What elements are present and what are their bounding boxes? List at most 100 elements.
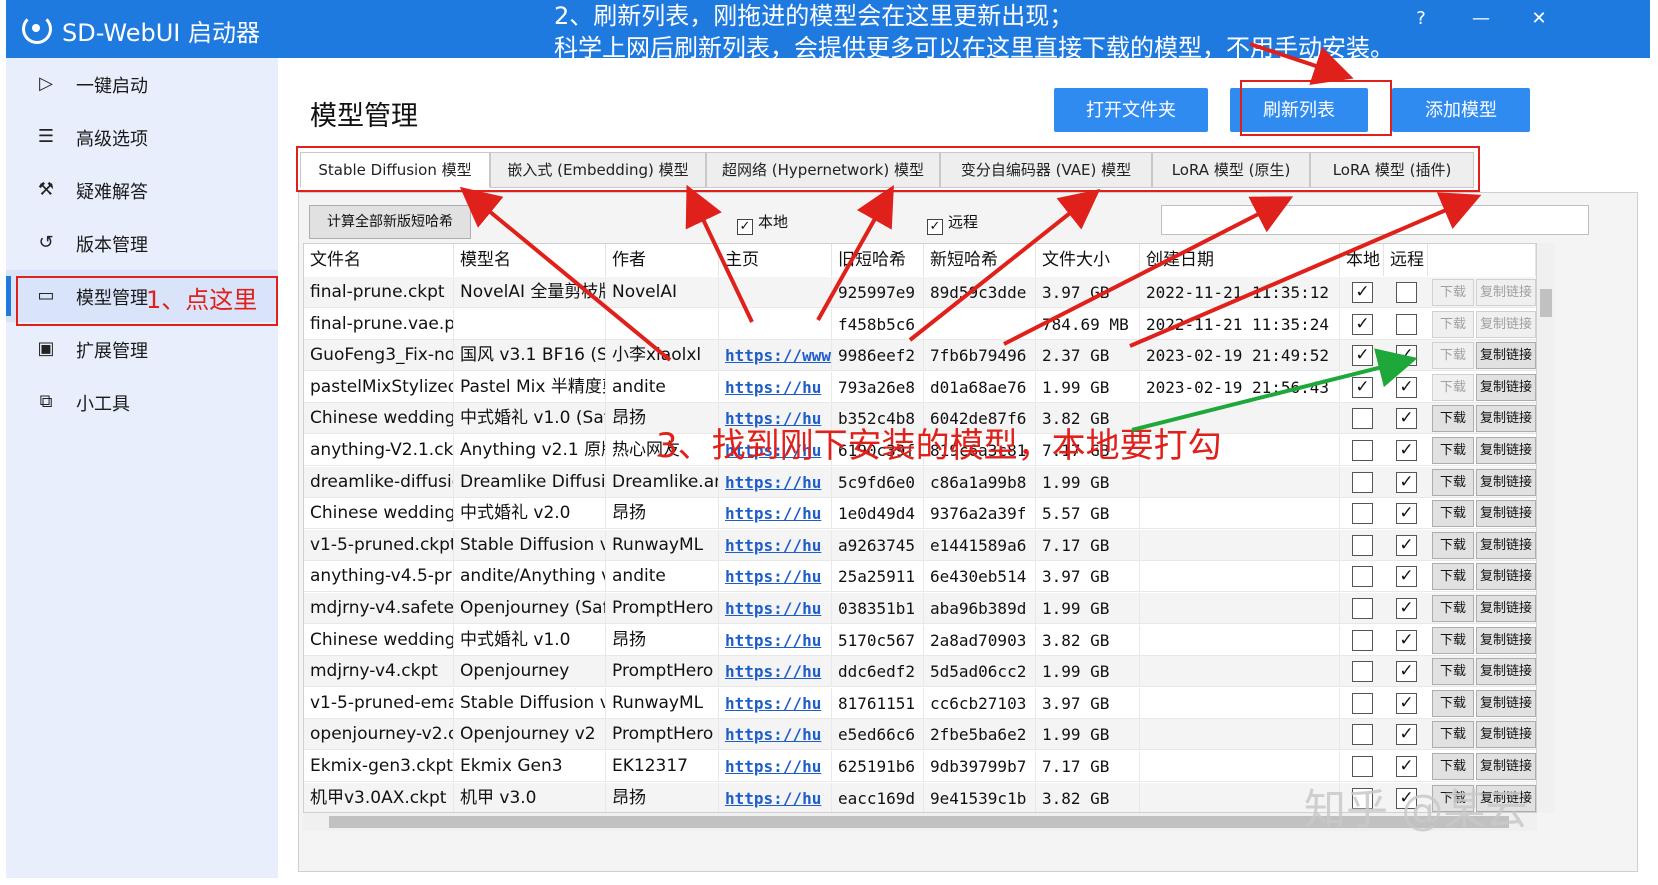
copy-link-button[interactable]: 复制链接 — [1476, 405, 1536, 433]
local-checkbox[interactable] — [1352, 724, 1373, 746]
table-row[interactable]: mdjrny-v4.ckpt Openjourney PromptHero https… — [304, 656, 1536, 688]
download-button[interactable]: 下载 — [1432, 721, 1474, 749]
copy-link-button[interactable]: 复制链接 — [1476, 563, 1536, 591]
table-row[interactable]: final-prune.ckpt NovelAI 全量剪枝版 NovelAI 9259… — [304, 277, 1536, 308]
table-row[interactable]: openjourney-v2.ckptOpenjourney v2PromptH… — [304, 719, 1536, 751]
remote-checkbox[interactable]: ✓ — [1396, 598, 1417, 619]
copy-link-button[interactable]: 复制链接 — [1476, 279, 1536, 306]
cell-homepage-link[interactable]: https://hu — [719, 782, 832, 812]
remote-checkbox[interactable]: ✓ — [1396, 440, 1417, 461]
download-button[interactable]: 下载 — [1432, 468, 1474, 496]
download-button[interactable]: 下载 — [1432, 658, 1474, 686]
vertical-scrollbar[interactable] — [1537, 243, 1555, 813]
table-row[interactable]: Chinese wedding/Anime中式婚礼 v1.0昂扬https://… — [304, 624, 1536, 656]
local-checkbox[interactable] — [1352, 598, 1373, 619]
table-row[interactable]: Chinese wedding 中式婚礼 v2.0 昂扬 https://hu 1e0d… — [304, 498, 1536, 530]
cell-homepage-link[interactable]: https://hu — [719, 371, 832, 403]
local-checkbox[interactable] — [1352, 661, 1373, 683]
table-row[interactable]: GuoFeng3_Fix-non-ema国风 v3.1 BF16 (Safete… — [304, 340, 1536, 372]
tab-lora-native[interactable]: LoRA 模型 (原生) — [1152, 152, 1310, 188]
download-button[interactable]: 下载 — [1432, 342, 1474, 370]
tab-embedding[interactable]: 嵌入式 (Embedding) 模型 — [490, 152, 706, 188]
column-header-file[interactable]: 文件名 — [304, 244, 454, 276]
table-row[interactable]: mdjrny-v4.safetensorsOpenjourney (Safete… — [304, 593, 1536, 624]
column-header-date[interactable]: 创建日期 — [1140, 244, 1340, 276]
column-header-author[interactable]: 作者 — [606, 244, 719, 276]
cell-homepage-link[interactable]: https://hu — [719, 751, 832, 782]
cell-homepage-link[interactable]: https://hu — [719, 687, 832, 719]
download-button[interactable]: 下载 — [1432, 437, 1474, 464]
table-row[interactable]: anything-v4.5-prunedandite/Anything v4.5… — [304, 561, 1536, 593]
download-button[interactable]: 下载 — [1432, 405, 1474, 433]
tab-hypernetwork[interactable]: 超网络 (Hypernetwork) 模型 — [706, 152, 940, 188]
remote-checkbox[interactable] — [1396, 282, 1417, 303]
cell-homepage-link[interactable]: https://hu — [719, 593, 832, 624]
column-header-model[interactable]: 模型名 — [454, 244, 606, 276]
local-checkbox[interactable] — [1352, 408, 1373, 430]
column-header-local[interactable]: 本地 — [1340, 244, 1384, 276]
local-checkbox[interactable] — [1352, 756, 1373, 777]
cell-homepage-link[interactable]: https://www — [719, 340, 832, 372]
cell-homepage-link[interactable]: https://hu — [719, 656, 832, 688]
copy-link-button[interactable]: 复制链接 — [1476, 689, 1536, 717]
filter-remote-checkbox[interactable]: ✓ 远程 — [927, 211, 978, 235]
search-input[interactable] — [1161, 205, 1589, 235]
scroll-thumb[interactable] — [1540, 289, 1552, 317]
download-button[interactable]: 下载 — [1432, 500, 1474, 528]
minimize-button[interactable]: — — [1466, 8, 1496, 29]
local-checkbox[interactable] — [1352, 440, 1373, 461]
copy-link-button[interactable]: 复制链接 — [1476, 595, 1536, 622]
download-button[interactable]: 下载 — [1432, 689, 1474, 717]
remote-checkbox[interactable]: ✓ — [1396, 629, 1417, 651]
remote-checkbox[interactable]: ✓ — [1396, 376, 1417, 398]
cell-homepage-link[interactable]: https://hu — [719, 529, 832, 561]
remote-checkbox[interactable]: ✓ — [1396, 345, 1417, 367]
help-button[interactable]: ? — [1406, 8, 1436, 29]
download-button[interactable]: 下载 — [1432, 531, 1474, 559]
copy-link-button[interactable]: 复制链接 — [1476, 721, 1536, 749]
column-header-size[interactable]: 文件大小 — [1036, 244, 1140, 276]
column-header-home[interactable]: 主页 — [719, 244, 832, 276]
local-checkbox[interactable] — [1352, 471, 1373, 493]
local-checkbox[interactable] — [1352, 629, 1373, 651]
remote-checkbox[interactable]: ✓ — [1396, 503, 1417, 525]
local-checkbox[interactable] — [1352, 566, 1373, 588]
column-header-old-hash[interactable]: 旧短哈希 — [832, 244, 924, 276]
table-row[interactable]: dreamlike-diffusionDreamlike DiffusionDr… — [304, 466, 1536, 498]
copy-link-button[interactable]: 复制链接 — [1476, 342, 1536, 370]
table-row[interactable]: pastelMixStylizedAnimePastel Mix 半精度剪枝an… — [304, 371, 1536, 403]
close-button[interactable]: ✕ — [1524, 8, 1554, 29]
sidebar-item-launch[interactable]: ▷ 一键启动 — [6, 58, 278, 110]
local-checkbox[interactable] — [1352, 534, 1373, 556]
cell-homepage-link[interactable]: https://hu — [719, 561, 832, 593]
add-model-button[interactable]: 添加模型 — [1392, 88, 1530, 132]
remote-checkbox[interactable]: ✓ — [1396, 756, 1417, 777]
remote-checkbox[interactable] — [1396, 313, 1417, 335]
copy-link-button[interactable]: 复制链接 — [1476, 658, 1536, 686]
local-checkbox[interactable]: ✓ — [1352, 345, 1373, 367]
download-button[interactable]: 下载 — [1432, 279, 1474, 306]
download-button[interactable]: 下载 — [1432, 595, 1474, 622]
copy-link-button[interactable]: 复制链接 — [1476, 500, 1536, 528]
download-button[interactable]: 下载 — [1432, 310, 1474, 338]
remote-checkbox[interactable]: ✓ — [1396, 534, 1417, 556]
local-checkbox[interactable]: ✓ — [1352, 313, 1373, 335]
remote-checkbox[interactable]: ✓ — [1396, 724, 1417, 746]
calc-hash-button[interactable]: 计算全部新版短哈希 — [309, 205, 471, 239]
cell-homepage-link[interactable]: https://hu — [719, 624, 832, 656]
copy-link-button[interactable]: 复制链接 — [1476, 437, 1536, 464]
table-row[interactable]: final-prune.vae.pt f458b5c6 784.69 MB 2022-… — [304, 308, 1536, 340]
sidebar-item-extensions[interactable]: ▣ 扩展管理 — [6, 323, 278, 375]
cell-homepage-link[interactable]: https://hu — [719, 498, 832, 530]
tab-lora-plugin[interactable]: LoRA 模型 (插件) — [1310, 152, 1474, 188]
local-checkbox[interactable] — [1352, 503, 1373, 525]
sidebar-item-advanced[interactable]: ☰ 高级选项 — [6, 111, 278, 163]
local-checkbox[interactable]: ✓ — [1352, 376, 1373, 398]
copy-link-button[interactable]: 复制链接 — [1476, 373, 1536, 401]
download-button[interactable]: 下载 — [1432, 373, 1474, 401]
copy-link-button[interactable]: 复制链接 — [1476, 468, 1536, 496]
cell-homepage-link[interactable]: https://hu — [719, 466, 832, 498]
remote-checkbox[interactable]: ✓ — [1396, 408, 1417, 430]
local-checkbox[interactable] — [1352, 692, 1373, 714]
sidebar-item-versions[interactable]: ↺ 版本管理 — [6, 217, 278, 269]
